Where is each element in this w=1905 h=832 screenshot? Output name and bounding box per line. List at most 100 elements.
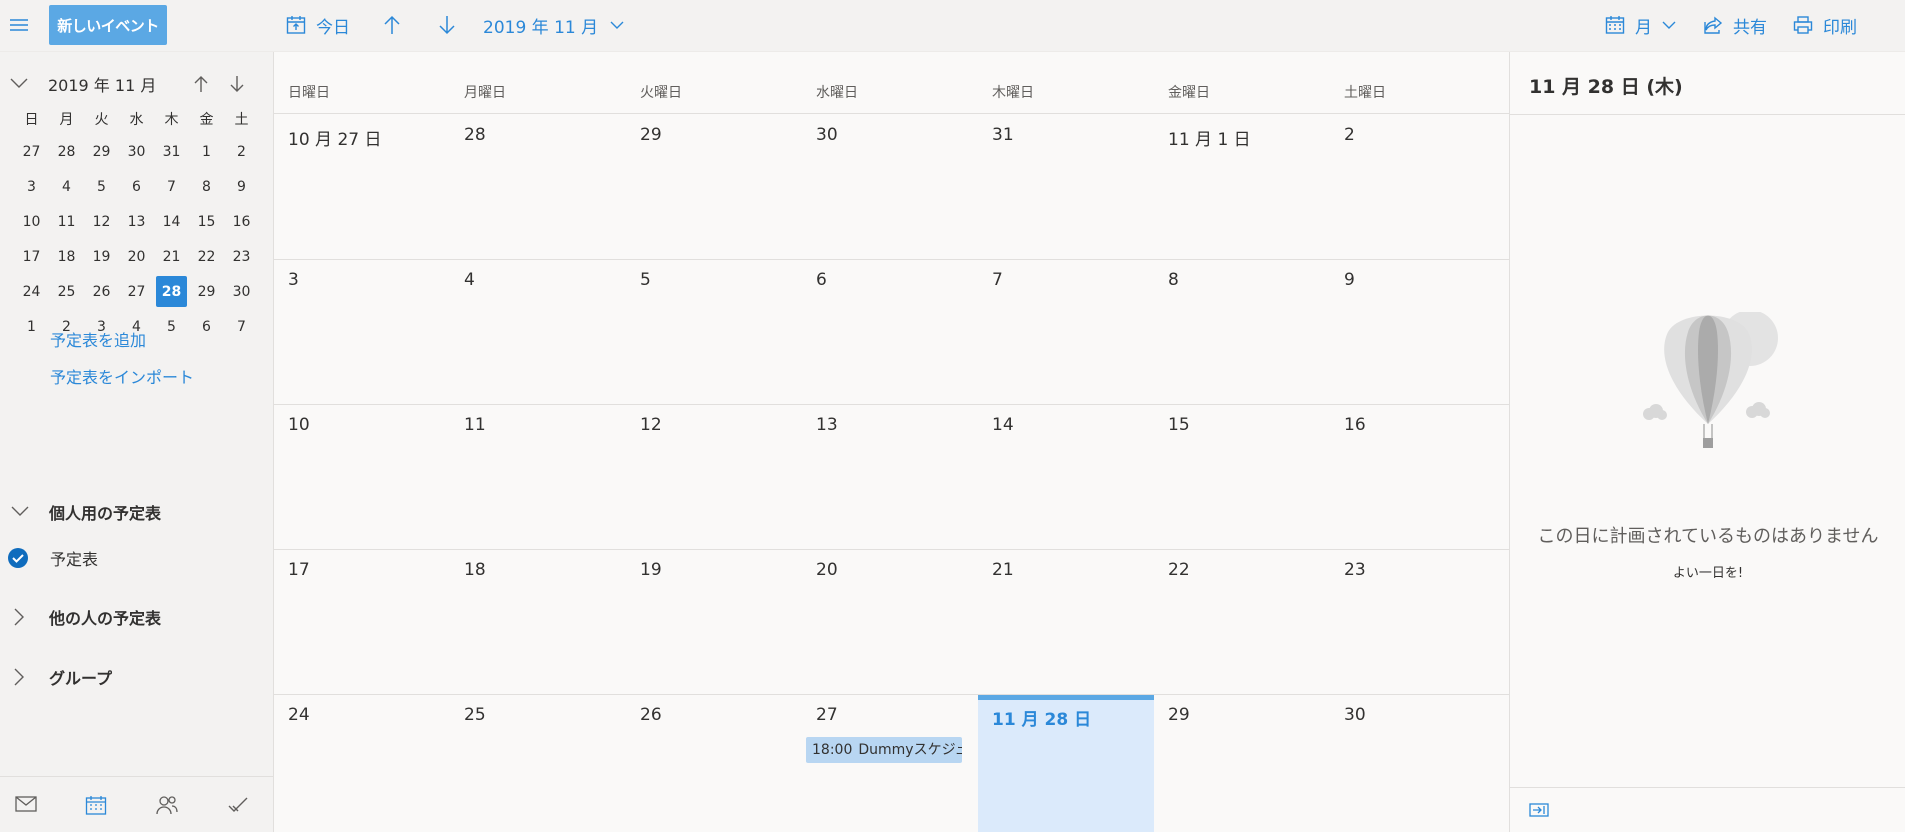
mini-calendar-day[interactable]: 7 [224, 309, 259, 344]
day-cell[interactable]: 2 [1330, 115, 1506, 260]
chevron-down-icon[interactable] [10, 77, 28, 89]
hamburger-menu-icon[interactable] [9, 16, 29, 34]
mini-calendar-day[interactable]: 30 [119, 134, 154, 169]
day-cell[interactable]: 20 [802, 550, 978, 695]
share-button[interactable]: 共有 [1703, 0, 1767, 50]
day-cell[interactable]: 16 [1330, 405, 1506, 550]
calendar-event[interactable]: 18:00 Dummyスケジュール [806, 737, 962, 763]
mini-calendar-day[interactable]: 1 [14, 309, 49, 344]
personal-calendars-section[interactable]: 個人用の予定表 [0, 497, 274, 527]
day-cell[interactable]: 13 [802, 405, 978, 550]
month-picker-dropdown[interactable]: 2019 年 11 月 [483, 0, 624, 50]
day-cell[interactable]: 23 [1330, 550, 1506, 695]
day-cell[interactable]: 30 [802, 115, 978, 260]
mini-calendar-day[interactable]: 3 [14, 169, 49, 204]
mini-calendar-day[interactable]: 15 [189, 204, 224, 239]
day-cell[interactable]: 7 [978, 260, 1154, 405]
next-month-button[interactable] [437, 0, 457, 50]
day-cell[interactable]: 26 [626, 695, 802, 832]
day-cell[interactable]: 10 月 27 日 [274, 115, 450, 260]
day-cell[interactable]: 5 [626, 260, 802, 405]
day-cell[interactable]: 27 18:00 Dummyスケジュール [802, 695, 978, 832]
mini-calendar-day[interactable]: 27 [14, 134, 49, 169]
mini-calendar-day[interactable]: 30 [224, 274, 259, 309]
day-cell[interactable]: 30 [1330, 695, 1506, 832]
day-cell[interactable]: 10 [274, 405, 450, 550]
day-cell[interactable]: 4 [450, 260, 626, 405]
day-cell[interactable]: 22 [1154, 550, 1330, 695]
mini-calendar-day[interactable]: 18 [49, 239, 84, 274]
mini-calendar-day[interactable]: 29 [84, 134, 119, 169]
day-cell[interactable]: 24 [274, 695, 450, 832]
day-cell[interactable]: 3 [274, 260, 450, 405]
checkmark-circle-icon[interactable] [8, 548, 28, 568]
day-number: 5 [640, 270, 651, 290]
calendar-item[interactable]: 予定表 [0, 542, 274, 572]
import-calendar-link[interactable]: 予定表をインポート [50, 364, 194, 388]
mini-calendar-day[interactable]: 12 [84, 204, 119, 239]
mini-calendar-day[interactable]: 26 [84, 274, 119, 309]
day-cell[interactable]: 11 月 1 日 [1154, 115, 1330, 260]
day-cell[interactable]: 8 [1154, 260, 1330, 405]
day-cell[interactable]: 17 [274, 550, 450, 695]
day-cell[interactable]: 18 [450, 550, 626, 695]
tasks-check-icon[interactable] [227, 795, 249, 815]
day-cell[interactable]: 15 [1154, 405, 1330, 550]
others-calendars-section[interactable]: 他の人の予定表 [0, 602, 274, 632]
mini-calendar-day[interactable]: 8 [189, 169, 224, 204]
day-cell[interactable]: 28 [450, 115, 626, 260]
mini-calendar-today[interactable]: 28 [156, 276, 187, 307]
mini-calendar-day[interactable]: 9 [224, 169, 259, 204]
mini-calendar-day[interactable]: 25 [49, 274, 84, 309]
mail-icon[interactable] [15, 795, 37, 813]
mini-calendar-day[interactable]: 14 [154, 204, 189, 239]
add-calendar-link[interactable]: 予定表を追加 [50, 327, 146, 351]
day-cell[interactable]: 19 [626, 550, 802, 695]
mini-calendar-day[interactable]: 29 [189, 274, 224, 309]
print-button[interactable]: 印刷 [1793, 0, 1857, 50]
mini-calendar-day[interactable]: 20 [119, 239, 154, 274]
arrow-up-icon[interactable] [193, 75, 209, 93]
new-event-button[interactable]: 新しいイベント [49, 5, 167, 45]
mini-calendar-day[interactable]: 22 [189, 239, 224, 274]
people-icon[interactable] [156, 795, 178, 815]
mini-calendar-day[interactable]: 23 [224, 239, 259, 274]
day-cell[interactable]: 6 [802, 260, 978, 405]
collapse-pane-icon[interactable] [1529, 802, 1549, 818]
mini-calendar-day[interactable]: 4 [49, 169, 84, 204]
day-cell[interactable]: 12 [626, 405, 802, 550]
mini-calendar-day[interactable]: 27 [119, 274, 154, 309]
mini-calendar-day[interactable]: 10 [14, 204, 49, 239]
mini-calendar-day[interactable]: 28 [49, 134, 84, 169]
mini-calendar-day[interactable]: 2 [224, 134, 259, 169]
mini-calendar-day[interactable]: 6 [119, 169, 154, 204]
mini-calendar-day[interactable]: 24 [14, 274, 49, 309]
day-cell[interactable]: 29 [1154, 695, 1330, 832]
day-cell[interactable]: 21 [978, 550, 1154, 695]
day-cell[interactable]: 9 [1330, 260, 1506, 405]
mini-calendar-day[interactable]: 5 [84, 169, 119, 204]
view-switcher-dropdown[interactable]: 月 [1605, 0, 1676, 50]
today-button[interactable]: 今日 [286, 0, 350, 50]
mini-calendar-day[interactable]: 16 [224, 204, 259, 239]
day-cell[interactable]: 29 [626, 115, 802, 260]
mini-calendar-day[interactable]: 5 [154, 309, 189, 344]
mini-calendar-day[interactable]: 13 [119, 204, 154, 239]
arrow-down-icon[interactable] [229, 75, 245, 93]
mini-calendar-day[interactable]: 17 [14, 239, 49, 274]
groups-section[interactable]: グループ [0, 662, 274, 692]
mini-calendar-day[interactable]: 1 [189, 134, 224, 169]
day-cell[interactable]: 11 [450, 405, 626, 550]
day-cell[interactable]: 14 [978, 405, 1154, 550]
calendar-icon[interactable] [85, 795, 107, 815]
mini-calendar-day[interactable]: 7 [154, 169, 189, 204]
mini-calendar-day[interactable]: 21 [154, 239, 189, 274]
mini-calendar-day[interactable]: 11 [49, 204, 84, 239]
day-cell[interactable]: 25 [450, 695, 626, 832]
mini-calendar-day[interactable]: 19 [84, 239, 119, 274]
mini-calendar-day[interactable]: 6 [189, 309, 224, 344]
day-cell[interactable]: 31 [978, 115, 1154, 260]
previous-month-button[interactable] [382, 0, 402, 50]
selected-day-cell[interactable]: 11 月 28 日 [978, 695, 1154, 832]
mini-calendar-day[interactable]: 31 [154, 134, 189, 169]
